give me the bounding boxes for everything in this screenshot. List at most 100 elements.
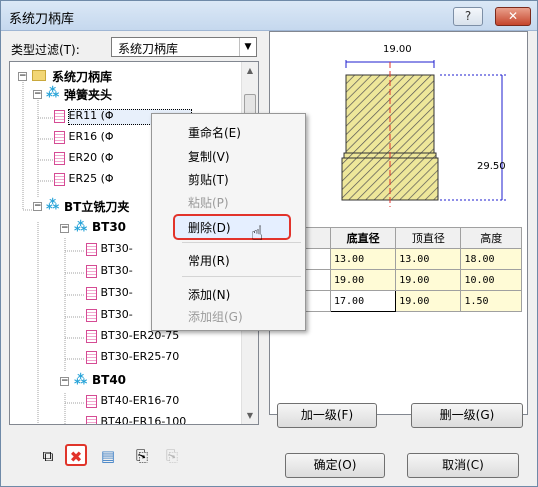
table-header-row: 底直径 顶直径 高度 bbox=[272, 227, 522, 249]
tree-item-label: BT40-ER16-70 bbox=[100, 394, 180, 407]
tree-item-label: BT30- bbox=[100, 286, 133, 299]
holder-drawing bbox=[341, 60, 506, 207]
add-level-button[interactable]: 加一级(F) bbox=[277, 403, 377, 428]
title-bar: 系统刀柄库 ? ✕ bbox=[1, 1, 537, 31]
menu-item-add[interactable]: 添加(N) bbox=[188, 286, 230, 303]
tree-item-label: ER11 (Φ bbox=[68, 109, 114, 122]
table-cell[interactable]: 1.50 bbox=[460, 290, 522, 312]
tool-icon bbox=[54, 130, 65, 144]
tree-group-label: BT40 bbox=[92, 373, 127, 387]
tree-item-er16[interactable]: ER16 (Φ bbox=[54, 130, 114, 148]
properties-icon[interactable]: ▤ bbox=[97, 445, 119, 467]
tree-item-bt30[interactable]: BT30- bbox=[86, 308, 133, 326]
group-icon: ⁂ bbox=[74, 373, 88, 388]
tool-icon bbox=[86, 415, 97, 424]
menu-separator bbox=[182, 242, 301, 243]
tool-icon bbox=[54, 172, 65, 186]
tree-item-bt30-er25-70[interactable]: BT30-ER25-70 bbox=[86, 350, 179, 368]
menu-item-copy[interactable]: 复制(V) bbox=[188, 148, 230, 165]
copy-icon[interactable]: ⧉ bbox=[37, 445, 59, 467]
tool-icon bbox=[54, 151, 65, 165]
table-cell[interactable]: 13.00 bbox=[329, 248, 397, 270]
close-button[interactable]: ✕ bbox=[495, 7, 531, 26]
chevron-down-icon[interactable]: ▼ bbox=[239, 38, 256, 56]
table-header-bottom-diameter[interactable]: 底直径 bbox=[329, 227, 397, 249]
tool-icon bbox=[86, 264, 97, 278]
delete-level-button[interactable]: 删一级(G) bbox=[411, 403, 523, 428]
tree-item-label: ER25 (Φ bbox=[68, 172, 114, 185]
table-cell[interactable]: 19.00 bbox=[395, 290, 462, 312]
menu-item-delete[interactable]: 删除(D) bbox=[188, 219, 231, 236]
folder-icon bbox=[32, 70, 46, 81]
tool-icon bbox=[86, 329, 97, 343]
holder-dimensions-table[interactable]: 底直径 顶直径 高度 级 13.00 13.00 18.00 级 19.00 1… bbox=[272, 227, 522, 312]
scroll-down-icon[interactable]: ▼ bbox=[242, 407, 258, 424]
table-cell[interactable]: 13.00 bbox=[395, 248, 462, 270]
table-row[interactable]: 级 13.00 13.00 18.00 bbox=[272, 248, 522, 270]
table-row[interactable]: 级 17.00 19.00 1.50 bbox=[272, 290, 522, 312]
tree-item-label: ER16 (Φ bbox=[68, 130, 114, 143]
group-icon: ⁂ bbox=[46, 86, 60, 101]
holder-preview-panel: 19.00 29.50 底直径 顶直径 高度 级 13.00 13.00 18.… bbox=[269, 31, 528, 415]
tree-item-bt40-er16-70[interactable]: BT40-ER16-70 bbox=[86, 394, 179, 412]
tree-item-label: BT30- bbox=[100, 264, 133, 277]
tree-item-label: BT30- bbox=[100, 308, 133, 321]
collapse-icon[interactable]: − bbox=[60, 224, 69, 233]
collapse-icon[interactable]: − bbox=[33, 202, 42, 211]
collapse-icon[interactable]: − bbox=[33, 90, 42, 99]
import-icon[interactable]: ⎘ bbox=[131, 445, 153, 467]
menu-item-cut[interactable]: 剪贴(T) bbox=[188, 171, 229, 188]
tree-item-bt30[interactable]: BT30- bbox=[86, 242, 133, 260]
filter-selected-value: 系统刀柄库 bbox=[118, 42, 179, 56]
window-title: 系统刀柄库 bbox=[9, 12, 75, 27]
table-cell[interactable]: 10.00 bbox=[460, 269, 522, 291]
table-cell-focused[interactable]: 17.00 bbox=[329, 290, 397, 312]
tree-item-er25[interactable]: ER25 (Φ bbox=[54, 172, 114, 190]
tool-holder-library-dialog: 系统刀柄库 ? ✕ 类型过滤(T): 系统刀柄库 ▼ − 系统刀柄库 − ⁂ 弹… bbox=[0, 0, 538, 487]
context-menu[interactable]: 重命名(E) 复制(V) 剪贴(T) 粘贴(P) 删除(D) ☝ 常用(R) 添… bbox=[151, 113, 306, 331]
filter-dropdown[interactable]: 系统刀柄库 ▼ bbox=[111, 37, 257, 57]
menu-item-common[interactable]: 常用(R) bbox=[188, 252, 230, 269]
tool-icon bbox=[86, 308, 97, 322]
tree-item-bt30[interactable]: BT30- bbox=[86, 286, 133, 304]
tree-group-label: BT30 bbox=[92, 220, 127, 234]
table-cell[interactable]: 18.00 bbox=[460, 248, 522, 270]
collapse-icon[interactable]: − bbox=[60, 377, 69, 386]
top-dimension-label: 19.00 bbox=[383, 44, 412, 55]
tree-item-bt40-er16-100[interactable]: BT40-ER16-100 bbox=[86, 415, 187, 425]
tool-icon bbox=[86, 286, 97, 300]
table-header-top-diameter[interactable]: 顶直径 bbox=[395, 227, 462, 249]
tree-group-label: BT立铣刀夹 bbox=[64, 200, 130, 214]
table-cell[interactable]: 19.00 bbox=[395, 269, 462, 291]
tree-item-label: ER20 (Φ bbox=[68, 151, 114, 164]
tree-item-label: BT40-ER16-100 bbox=[100, 415, 187, 425]
cancel-button[interactable]: 取消(C) bbox=[407, 453, 519, 478]
menu-item-add-group[interactable]: 添加组(G) bbox=[188, 308, 243, 325]
tree-item-bt30[interactable]: BT30- bbox=[86, 264, 133, 282]
menu-separator bbox=[182, 276, 301, 277]
tree-item-label: BT30- bbox=[100, 242, 133, 255]
table-header-height[interactable]: 高度 bbox=[460, 227, 522, 249]
menu-item-paste[interactable]: 粘贴(P) bbox=[188, 194, 229, 211]
tree-group-label: 弹簧夹头 bbox=[64, 88, 113, 102]
tool-icon bbox=[86, 394, 97, 408]
menu-item-rename[interactable]: 重命名(E) bbox=[188, 124, 241, 141]
filter-label: 类型过滤(T): bbox=[11, 43, 80, 57]
tool-icon bbox=[54, 109, 65, 123]
tree-item-er20[interactable]: ER20 (Φ bbox=[54, 151, 114, 169]
export-icon[interactable]: ⎘ bbox=[161, 445, 183, 467]
tree-item-bt30-er20-75[interactable]: BT30-ER20-75 bbox=[86, 329, 179, 347]
table-cell[interactable]: 19.00 bbox=[329, 269, 397, 291]
height-dimension-label: 29.50 bbox=[477, 161, 506, 172]
group-icon: ⁂ bbox=[46, 198, 60, 213]
delete-icon[interactable]: ✖ bbox=[65, 444, 87, 466]
tree-item-er11[interactable]: ER11 (Φ bbox=[54, 109, 114, 127]
scroll-up-icon[interactable]: ▲ bbox=[242, 62, 258, 79]
group-icon: ⁂ bbox=[74, 220, 88, 235]
collapse-icon[interactable]: − bbox=[18, 72, 27, 81]
tree-root-label: 系统刀柄库 bbox=[52, 70, 113, 84]
table-row[interactable]: 级 19.00 19.00 10.00 bbox=[272, 269, 522, 291]
tool-icon bbox=[86, 242, 97, 256]
help-button[interactable]: ? bbox=[453, 7, 483, 26]
ok-button[interactable]: 确定(O) bbox=[285, 453, 385, 478]
